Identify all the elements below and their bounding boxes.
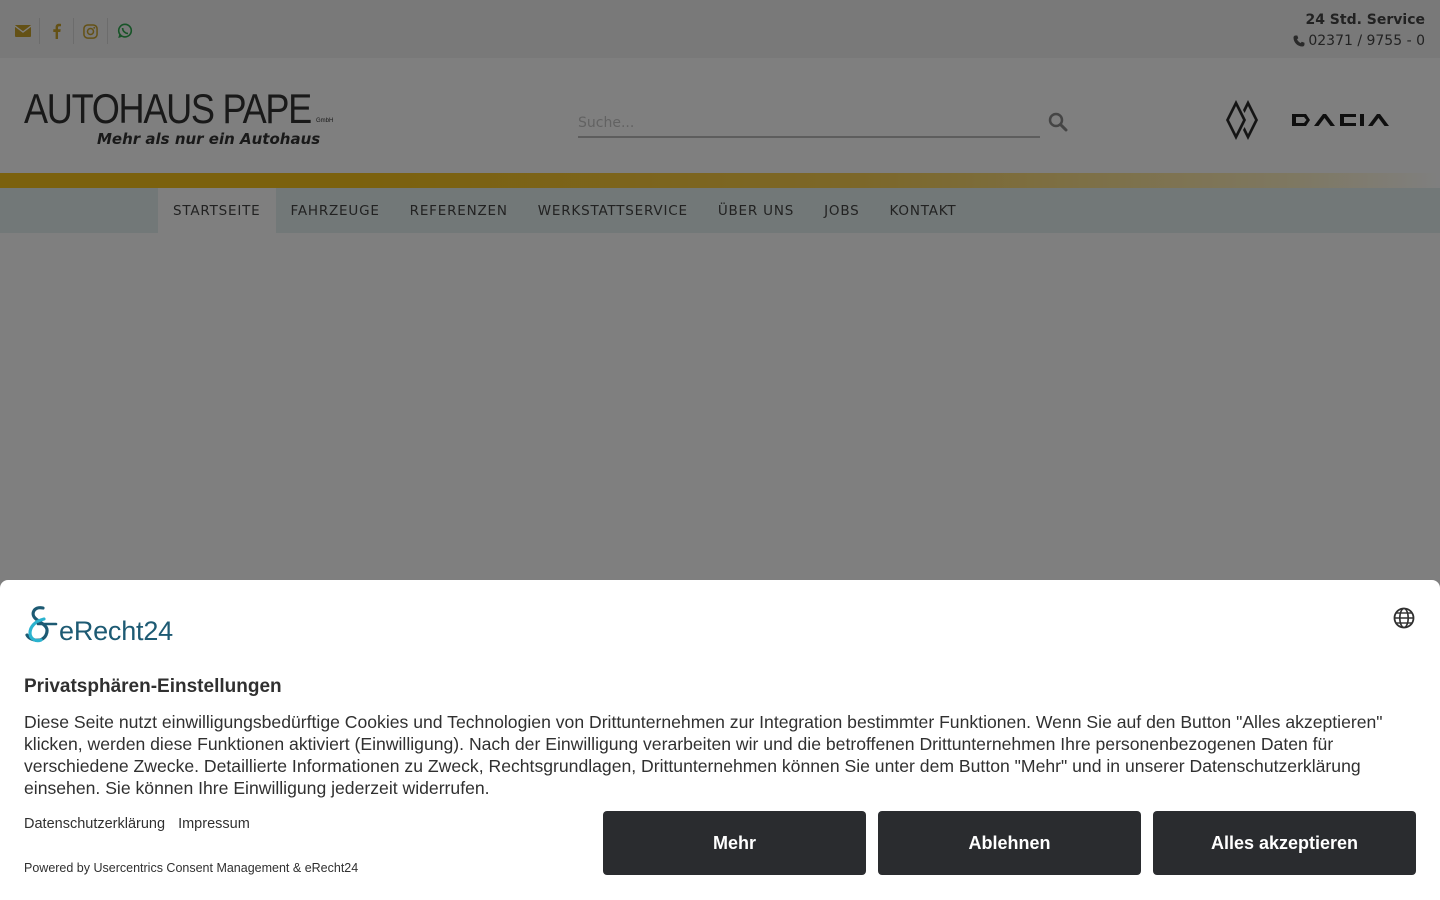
language-button[interactable] — [1392, 606, 1416, 630]
globe-icon — [1393, 607, 1415, 629]
imprint-link[interactable]: Impressum — [178, 816, 250, 832]
accept-all-button[interactable]: Alles akzeptieren — [1153, 811, 1416, 875]
brand-name: eRecht24 — [59, 616, 173, 646]
erecht24-mark-icon — [25, 606, 58, 643]
consent-description: Diese Seite nutzt einwilligungsbedürftig… — [24, 712, 1383, 798]
privacy-policy-link[interactable]: Datenschutzerklärung — [24, 816, 165, 832]
consent-links: Datenschutzerklärung Impressum — [24, 816, 250, 832]
consent-title: Privatsphären-Einstellungen — [24, 676, 282, 697]
powered-by-text: Powered by Usercentrics Consent Manageme… — [24, 861, 359, 875]
erecht24-logo: eRecht24 — [24, 605, 173, 646]
deny-button[interactable]: Ablehnen — [878, 811, 1141, 875]
more-button[interactable]: Mehr — [603, 811, 866, 875]
consent-banner: eRecht24 Privatsphären-Einstellungen Die… — [0, 580, 1440, 900]
